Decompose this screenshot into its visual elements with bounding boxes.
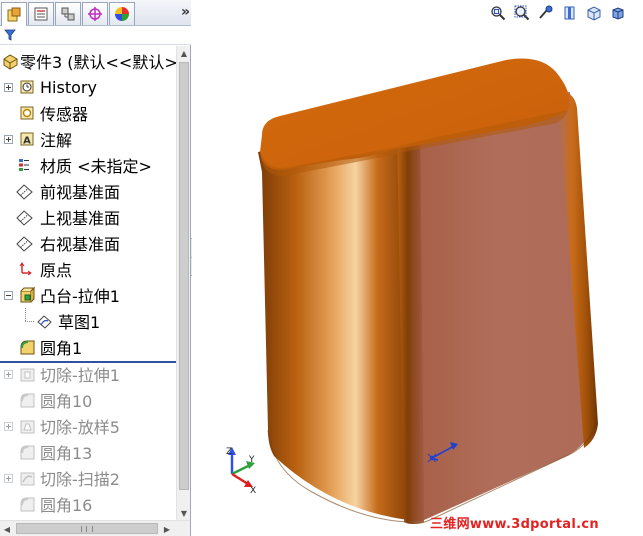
tab-display-manager[interactable] (109, 2, 135, 25)
axis-triad-icon: Z Y X (226, 447, 256, 496)
tree-item-label: 草图1 (58, 313, 101, 332)
tab-dimxpert-manager[interactable] (82, 2, 108, 25)
tree-item-annotations[interactable]: A 注解 (0, 126, 176, 152)
tree-item-front-plane[interactable]: 前视基准面 (0, 178, 176, 204)
history-icon (18, 78, 36, 96)
cut-sweep-icon (18, 469, 36, 487)
tree-item-fillet-13[interactable]: 圆角13 (0, 439, 176, 465)
tree-item-cut-loft[interactable]: 切除-放样5 (0, 413, 176, 439)
rollback-bar[interactable] (0, 361, 176, 363)
tree-root-part[interactable]: 零件3 (默认<<默认> (0, 48, 176, 74)
feature-manager-panel: » 零件3 (默认<<默认> History 传感器 A 注解 材质 <未指定>… (0, 0, 191, 536)
fillet-icon (18, 495, 36, 513)
tree-item-fillet-10[interactable]: 圆角10 (0, 387, 176, 413)
sensor-icon (18, 104, 36, 122)
tree-item-label: 切除-扫描2 (40, 470, 120, 489)
tab-configuration-manager[interactable] (55, 2, 81, 25)
scroll-down-arrow-icon[interactable]: ▼ (177, 506, 191, 520)
tree-item-origin[interactable]: 原点 (0, 256, 176, 282)
triad-y-label: Y (248, 455, 255, 465)
more-tabs-button[interactable]: » (181, 4, 190, 20)
tree-item-label: 凸台-拉伸1 (40, 287, 120, 306)
dimxpert-icon (88, 7, 102, 21)
annotation-icon: A (18, 130, 36, 148)
collapse-toggle[interactable] (4, 291, 13, 300)
solidworks-window: » 零件3 (默认<<默认> History 传感器 A 注解 材质 <未指定>… (0, 0, 643, 536)
property-manager-icon (34, 7, 48, 21)
display-manager-icon (115, 7, 129, 21)
expand-toggle[interactable] (4, 83, 13, 92)
tab-feature-manager[interactable] (1, 2, 27, 26)
plane-icon (15, 234, 33, 252)
material-icon (15, 156, 33, 174)
tree-item-sketch[interactable]: 草图1 (0, 308, 176, 334)
triad-z-label: Z (226, 447, 232, 457)
filter-bar (0, 26, 191, 45)
cut-loft-icon (18, 417, 36, 435)
scroll-grip-icon (81, 526, 93, 532)
feature-tree: 零件3 (默认<<默认> History 传感器 A 注解 材质 <未指定> 前… (0, 46, 176, 520)
tree-item-label: 切除-拉伸1 (40, 366, 120, 385)
expand-toggle[interactable] (4, 474, 13, 483)
expand-toggle[interactable] (4, 370, 13, 379)
model-viewport[interactable]: Z Y X (192, 0, 643, 536)
tree-item-label: 圆角10 (40, 392, 93, 411)
tree-item-right-plane[interactable]: 右视基准面 (0, 230, 176, 256)
graphics-area[interactable]: Z Y X 三维网www.3dportal.cn (192, 0, 643, 536)
tree-item-top-plane[interactable]: 上视基准面 (0, 204, 176, 230)
tree-connector (25, 308, 26, 321)
vertical-scroll-thumb[interactable] (179, 62, 189, 490)
tree-connector (25, 321, 34, 322)
configuration-manager-icon (61, 7, 75, 21)
scroll-left-arrow-icon[interactable]: ◀ (0, 521, 14, 536)
tree-item-history[interactable]: History (0, 74, 176, 100)
tree-item-boss-extrude[interactable]: 凸台-拉伸1 (0, 282, 176, 308)
tree-item-cut-sweep[interactable]: 切除-扫描2 (0, 465, 176, 491)
feature-manager-icon (7, 7, 21, 21)
horizontal-scroll-thumb[interactable] (16, 523, 158, 534)
triad-x-label: X (250, 486, 256, 496)
plane-icon (15, 182, 33, 200)
body-left-face[interactable] (258, 122, 408, 520)
part-icon (1, 52, 19, 70)
manager-tab-bar: » (0, 0, 191, 26)
tree-item-label: 材质 <未指定> (40, 157, 152, 176)
expand-toggle[interactable] (4, 422, 13, 431)
sketch-icon (35, 312, 53, 330)
scroll-up-arrow-icon[interactable]: ▲ (177, 46, 191, 60)
plane-icon (15, 208, 33, 226)
tree-item-label: 圆角16 (40, 496, 93, 515)
tree-item-label: 圆角13 (40, 444, 93, 463)
tree-item-sensors[interactable]: 传感器 (0, 100, 176, 126)
svg-text:A: A (23, 136, 31, 147)
filter-icon[interactable] (4, 29, 16, 41)
expand-toggle[interactable] (4, 135, 13, 144)
tree-item-cut-extrude[interactable]: 切除-拉伸1 (0, 361, 176, 387)
tree-item-label: 右视基准面 (40, 235, 121, 254)
scroll-right-arrow-icon[interactable]: ▶ (160, 521, 174, 536)
fillet-icon (18, 391, 36, 409)
tree-item-fillet-1[interactable]: 圆角1 (0, 334, 176, 360)
tree-item-label: 上视基准面 (40, 209, 121, 228)
tree-item-label: 切除-放样5 (40, 418, 120, 437)
tree-item-label: 原点 (40, 261, 73, 280)
tree-root-label: 零件3 (默认<<默认> (20, 53, 176, 72)
horizontal-scrollbar[interactable]: ◀ ▶ (0, 520, 190, 536)
tree-item-material[interactable]: 材质 <未指定> (0, 152, 176, 178)
cut-extrude-icon (18, 365, 36, 383)
watermark-text: 三维网www.3dportal.cn (430, 517, 599, 532)
tree-item-label: 传感器 (40, 105, 89, 124)
fillet-icon (18, 443, 36, 461)
tree-item-label: History (40, 77, 97, 97)
tree-item-label: 圆角1 (40, 339, 83, 358)
boss-extrude-icon (18, 286, 36, 304)
tab-property-manager[interactable] (28, 2, 54, 25)
tree-item-fillet-16[interactable]: 圆角16 (0, 491, 176, 517)
tree-item-label: 注解 (40, 131, 73, 150)
vertical-scrollbar[interactable]: ▲ ▼ (176, 46, 190, 520)
origin-icon (16, 260, 34, 278)
fillet-icon (18, 338, 36, 356)
tree-item-label: 前视基准面 (40, 183, 121, 202)
